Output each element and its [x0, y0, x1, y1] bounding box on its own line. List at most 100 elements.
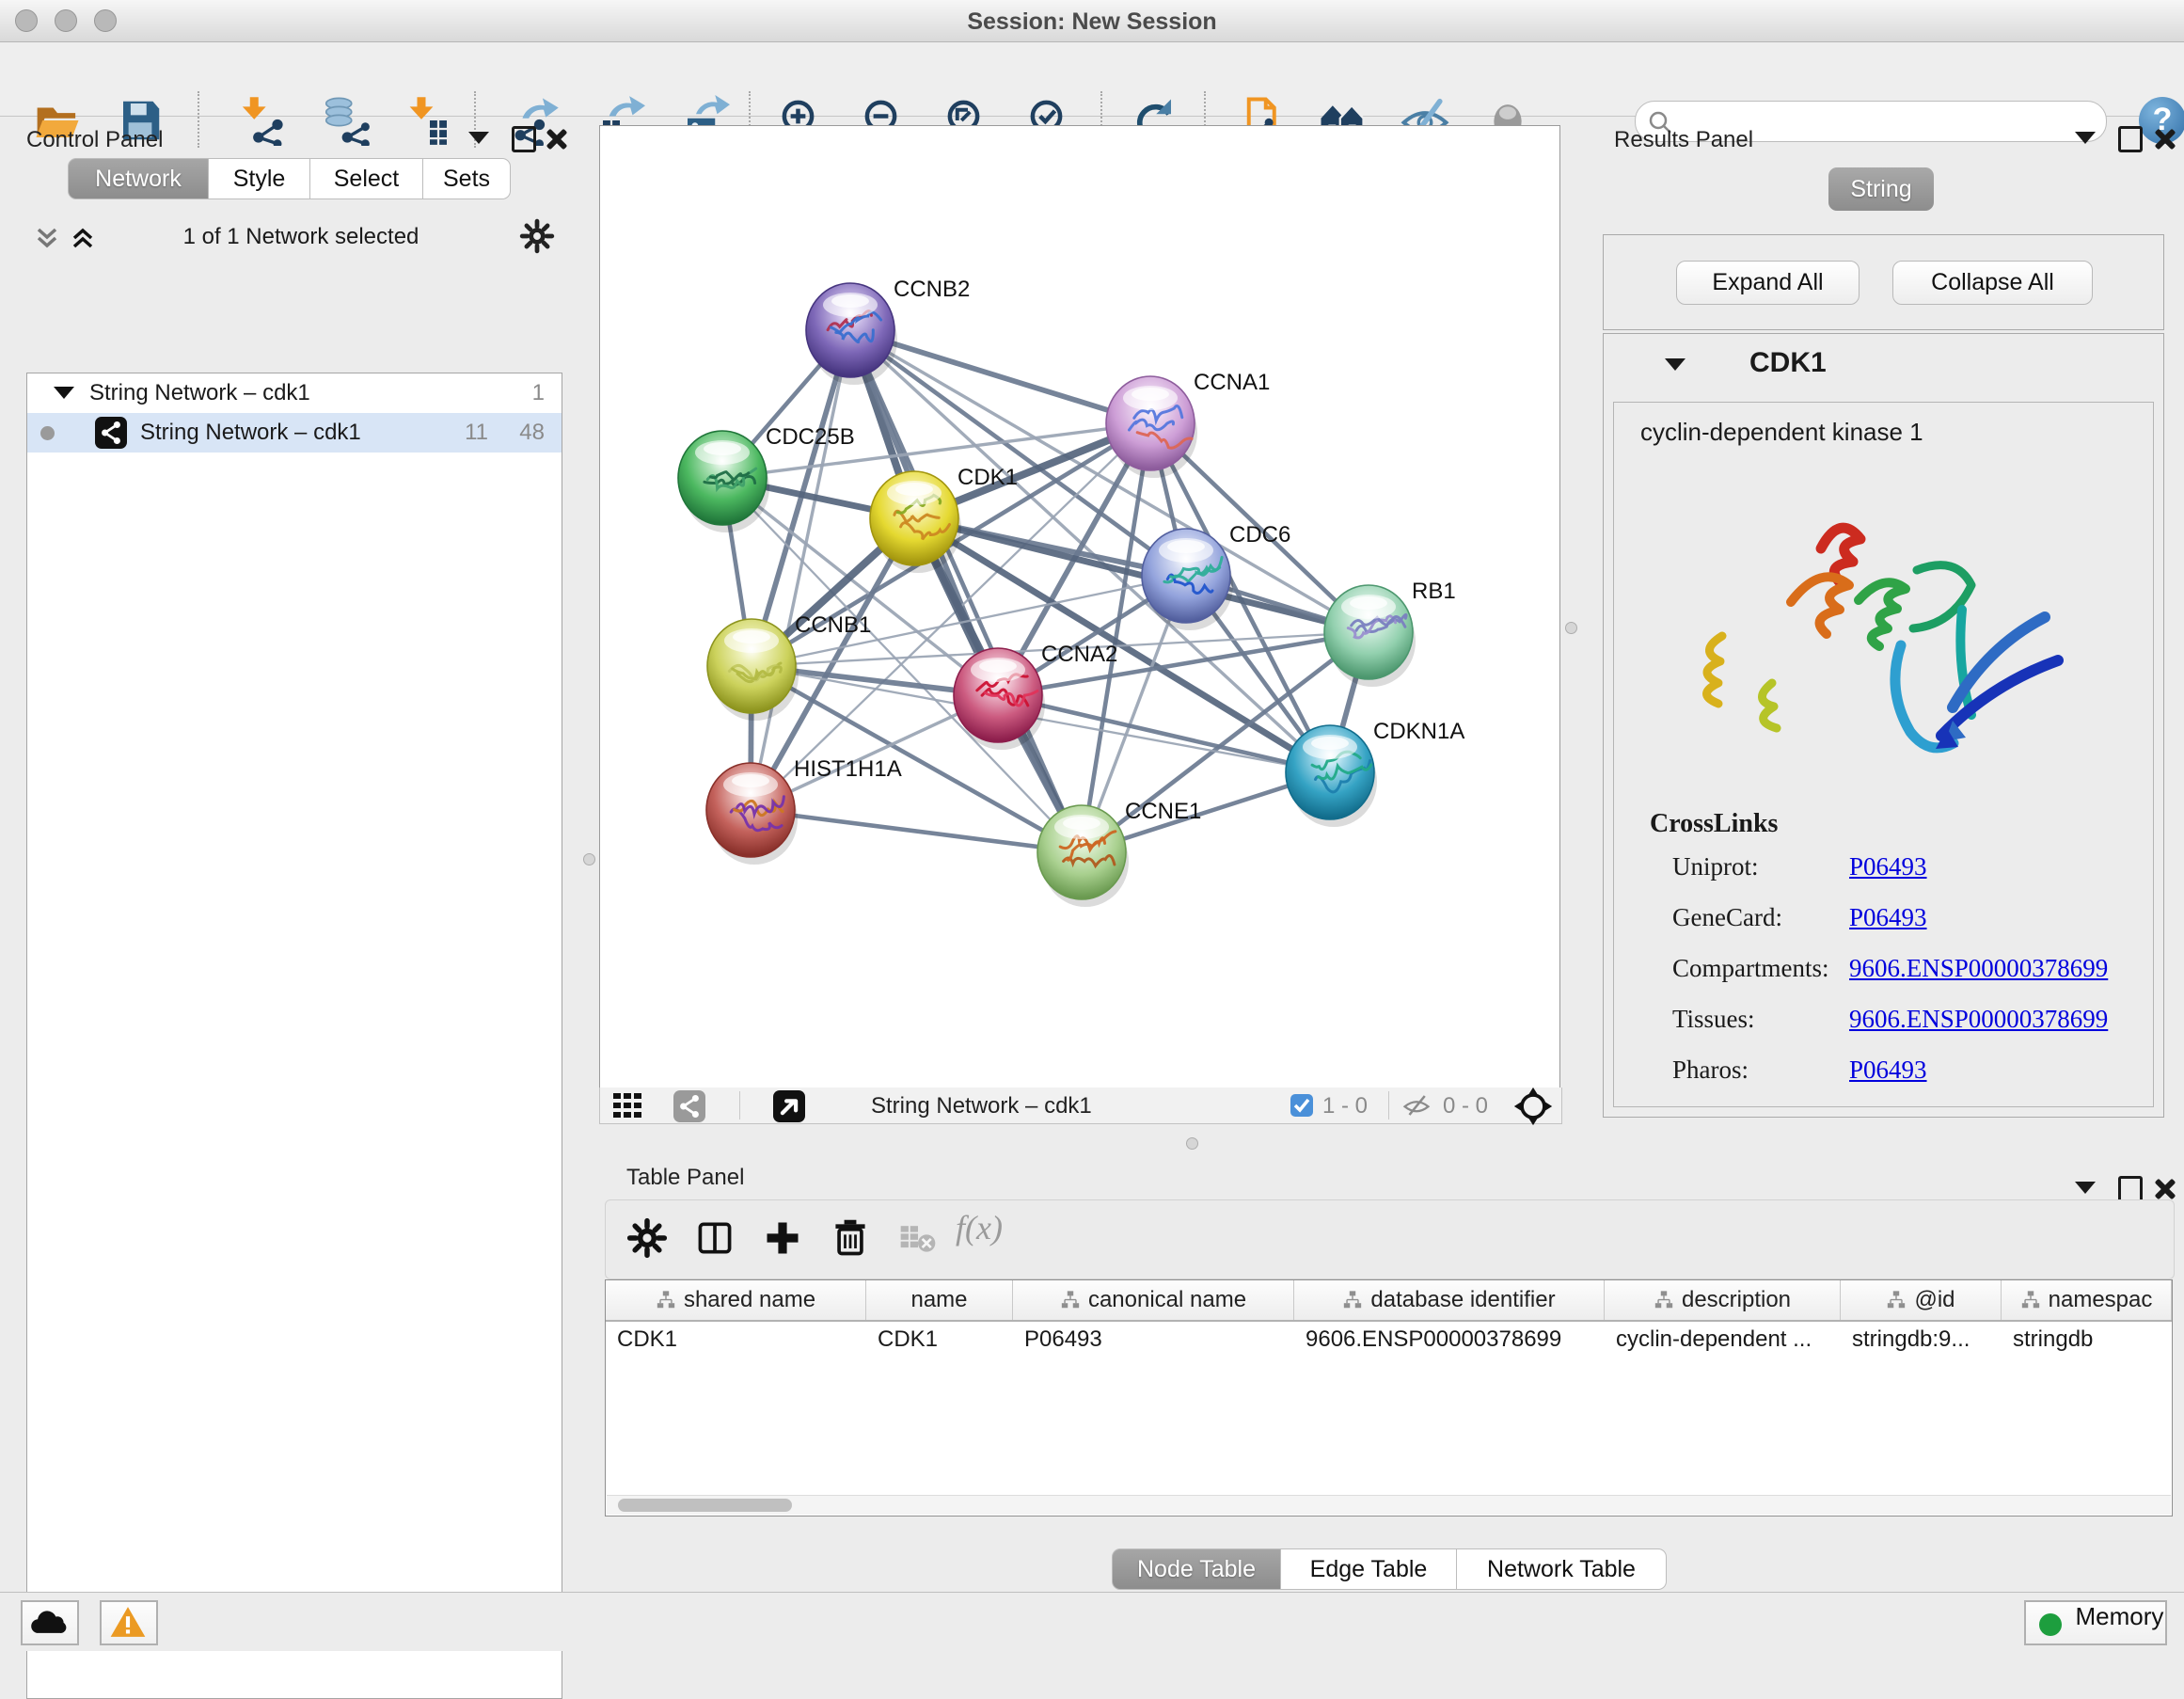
grid-view-icon[interactable]: [613, 1093, 657, 1122]
function-builder-icon: f(x): [956, 1208, 1003, 1247]
network-node-CCNB2[interactable]: CCNB2: [806, 277, 970, 385]
panel-float-icon[interactable]: [512, 126, 536, 152]
network-row[interactable]: String Network – cdk1 11 48: [27, 413, 562, 453]
network-edge[interactable]: [751, 330, 850, 810]
horizontal-splitter-handle[interactable]: [1186, 1137, 1198, 1150]
node-label: RB1: [1412, 579, 1456, 604]
tab-edge-table[interactable]: Edge Table: [1281, 1548, 1457, 1590]
show-columns-icon[interactable]: [694, 1217, 736, 1259]
network-node-HIST1H1A[interactable]: HIST1H1A: [706, 756, 902, 865]
column-label: shared name: [684, 1287, 815, 1313]
network-node-CCNE1[interactable]: CCNE1: [1037, 799, 1201, 907]
selected-checkbox-icon[interactable]: [1290, 1094, 1313, 1117]
cloud-button[interactable]: [21, 1600, 79, 1645]
tab-network-table[interactable]: Network Table: [1457, 1548, 1667, 1590]
table-settings-gear-icon[interactable]: [626, 1217, 668, 1259]
panel-float-icon[interactable]: [2118, 1176, 2143, 1202]
title-bar: Session: New Session: [0, 0, 2184, 42]
gene-collapse-icon[interactable]: [1665, 358, 1685, 371]
network-edge[interactable]: [751, 810, 1082, 852]
delete-column-icon[interactable]: [830, 1217, 871, 1259]
column-header-@id[interactable]: @id: [1841, 1280, 2002, 1320]
collection-label: String Network – cdk1: [89, 380, 310, 406]
collapse-all-button[interactable]: Collapse All: [1892, 261, 2093, 305]
warning-icon: [109, 1605, 147, 1639]
hidden-eye-icon[interactable]: [1401, 1091, 1432, 1124]
table-cell: 9606.ENSP00000378699: [1294, 1322, 1605, 1358]
network-node-CDC25B[interactable]: CDC25B: [678, 424, 855, 532]
left-splitter-handle[interactable]: [583, 853, 595, 865]
crosslink-label: Compartments:: [1672, 954, 1828, 982]
column-tree-icon: [1654, 1290, 1674, 1310]
network-badge-icon[interactable]: [673, 1090, 705, 1122]
crosslink-row: Tissues:9606.ENSP00000378699: [1672, 1005, 2143, 1056]
tab-select[interactable]: Select: [310, 158, 423, 199]
table-header-row: shared name name canonical namedatabase id…: [606, 1280, 2172, 1322]
tab-string[interactable]: String: [1828, 167, 1934, 211]
column-header-description[interactable]: description: [1605, 1280, 1841, 1320]
column-header-database-identifier[interactable]: database identifier: [1294, 1280, 1605, 1320]
table-cell: stringdb:9...: [1841, 1322, 2002, 1358]
column-header-name[interactable]: name: [866, 1280, 1013, 1320]
table-cell: CDK1: [606, 1322, 866, 1358]
table-row[interactable]: CDK1CDK1P064939606.ENSP00000378699cyclin…: [606, 1322, 2172, 1358]
detach-view-icon[interactable]: [773, 1090, 805, 1122]
node-label: CDC6: [1229, 522, 1290, 548]
crosslink-link[interactable]: P06493: [1849, 852, 1927, 881]
birds-eye-icon[interactable]: [1512, 1086, 1554, 1132]
panel-float-icon[interactable]: [2118, 126, 2143, 152]
control-panel: Control Panel NetworkStyleSelectSets 1 o…: [0, 117, 578, 1590]
table-cell: cyclin-dependent ...: [1605, 1322, 1841, 1358]
panel-menu-icon[interactable]: [2075, 132, 2096, 144]
crosslink-link[interactable]: P06493: [1849, 903, 1927, 932]
node-label: CCNE1: [1125, 799, 1201, 824]
scrollbar-thumb[interactable]: [618, 1499, 792, 1512]
expand-all-icon[interactable]: [70, 226, 96, 250]
table-horizontal-scrollbar: [607, 1495, 2171, 1515]
crosslink-link[interactable]: 9606.ENSP00000378699: [1849, 1005, 2108, 1034]
crosslink-label: Uniprot:: [1672, 852, 1759, 881]
column-tree-icon: [2020, 1290, 2041, 1310]
node-label: HIST1H1A: [794, 756, 902, 782]
collapse-all-icon[interactable]: [34, 226, 60, 250]
network-node-RB1[interactable]: RB1: [1324, 579, 1456, 687]
current-network-name: String Network – cdk1: [871, 1093, 1092, 1119]
crosslink-link[interactable]: P06493: [1849, 1056, 1927, 1085]
table-cell: stringdb: [2002, 1322, 2172, 1358]
network-node-CCNA2[interactable]: CCNA2: [954, 642, 1117, 750]
panel-menu-icon[interactable]: [468, 132, 489, 144]
table-tabs: Node TableEdge TableNetwork Table: [1112, 1548, 1667, 1590]
tab-style[interactable]: Style: [209, 158, 310, 199]
network-options-gear-icon[interactable]: [519, 218, 555, 259]
separator: [1388, 1091, 1389, 1119]
network-node-CDKN1A[interactable]: CDKN1A: [1286, 719, 1464, 827]
selected-count: 1 - 0: [1322, 1093, 1368, 1119]
tab-node-table[interactable]: Node Table: [1112, 1548, 1281, 1590]
gene-details-box: cyclin-dependent kinase 1 CrossLinks Uni…: [1613, 402, 2154, 1107]
tab-network[interactable]: Network: [68, 158, 209, 199]
warnings-button[interactable]: [100, 1600, 158, 1645]
memory-label: Memory: [2075, 1602, 2163, 1630]
hidden-count: 0 - 0: [1443, 1093, 1488, 1119]
column-header-shared-name[interactable]: shared name: [606, 1280, 866, 1320]
tab-sets[interactable]: Sets: [423, 158, 511, 199]
results-actions-box: Expand All Collapse All: [1603, 234, 2164, 330]
crosslink-link[interactable]: 9606.ENSP00000378699: [1849, 954, 2108, 983]
column-header-canonical-name[interactable]: canonical name: [1013, 1280, 1294, 1320]
network-status-dot: [40, 426, 55, 440]
results-panel-title: Results Panel: [1614, 127, 1753, 153]
right-splitter-handle[interactable]: [1565, 622, 1577, 634]
node-label: CCNA1: [1194, 370, 1270, 395]
network-collection-row[interactable]: String Network – cdk1 1: [27, 373, 562, 413]
column-label: name: [910, 1287, 967, 1313]
gene-name: CDK1: [1749, 347, 1827, 379]
column-header-namespac[interactable]: namespac: [2002, 1280, 2172, 1320]
expand-all-button[interactable]: Expand All: [1676, 261, 1860, 305]
collection-count: 1: [532, 380, 545, 406]
panel-menu-icon[interactable]: [2075, 1182, 2096, 1194]
memory-button[interactable]: Memory: [2024, 1600, 2167, 1645]
network-node-CDC6[interactable]: CDC6: [1142, 522, 1290, 630]
network-canvas[interactable]: CCNB2CCNA1CDC25BCDK1CDC6RB1CCNB1CCNA2CDK…: [599, 125, 1560, 1088]
column-tree-icon: [1342, 1290, 1363, 1310]
add-column-icon[interactable]: [762, 1217, 803, 1259]
